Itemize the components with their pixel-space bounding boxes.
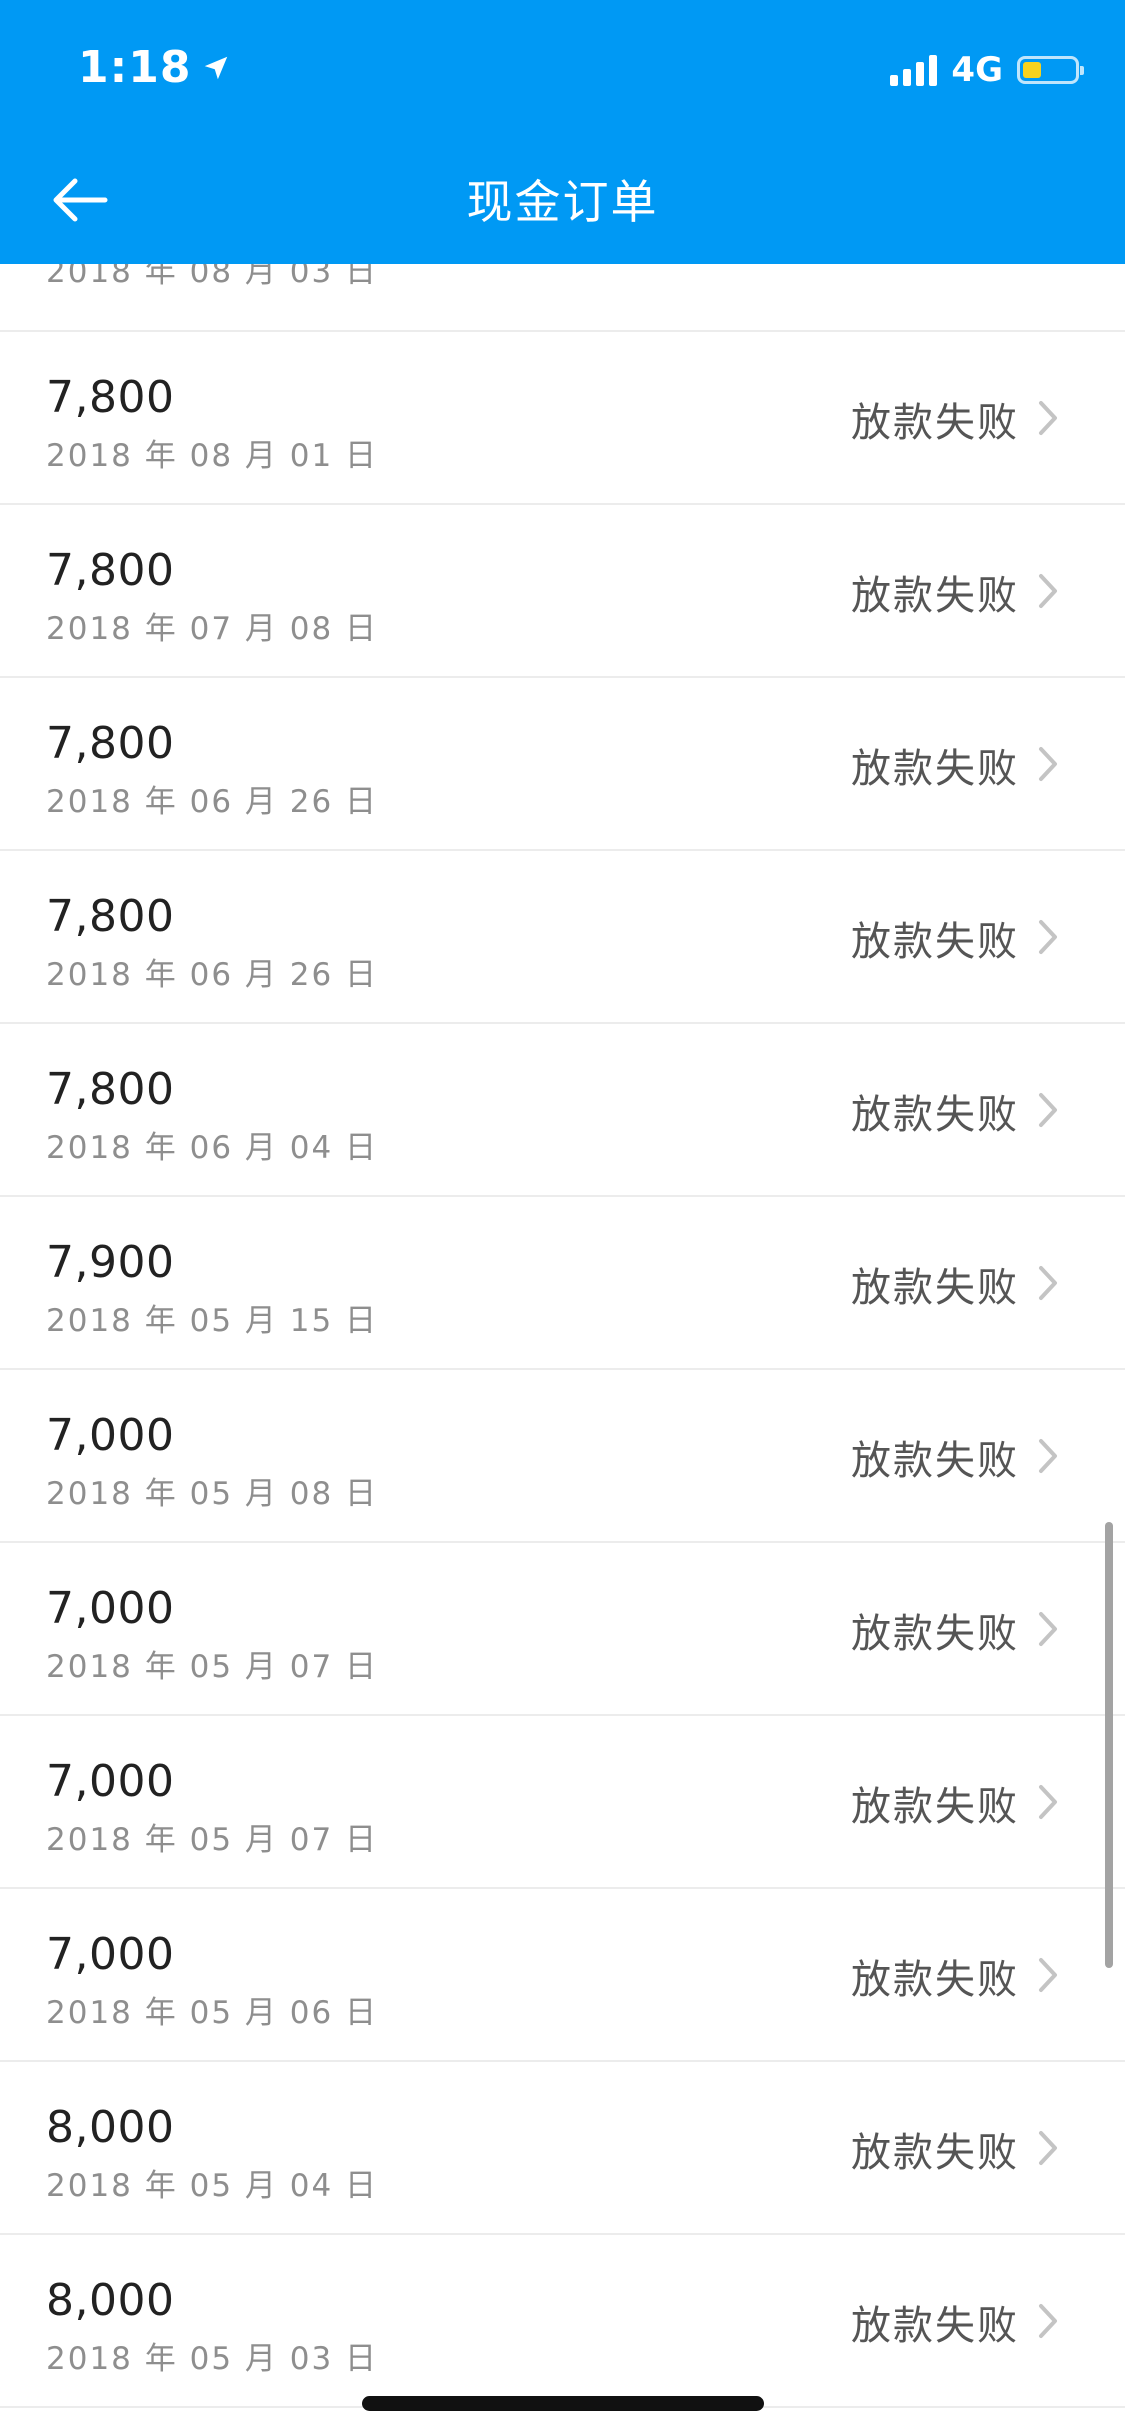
order-amount: 7,800 xyxy=(46,1064,175,1115)
battery-icon xyxy=(1017,56,1084,84)
network-type: 4G xyxy=(951,50,1003,90)
order-status: 放款失败 xyxy=(851,1957,1019,2003)
order-date: 2018 年 05 月 03 日 xyxy=(46,2341,379,2377)
order-amount: 7,000 xyxy=(46,1756,175,1807)
chevron-right-icon xyxy=(1039,1093,1057,1127)
order-date: 2018 年 05 月 07 日 xyxy=(46,1822,379,1858)
order-date: 2018 年 08 月 03 日 xyxy=(46,264,379,290)
order-date: 2018 年 07 月 08 日 xyxy=(46,611,379,647)
chevron-right-icon xyxy=(1039,1785,1057,1819)
app-header: 1:18 4G 现金订单 xyxy=(0,0,1125,264)
list-item[interactable]: 7,800 2018 年 06 月 26 日 放款失败 xyxy=(0,678,1125,851)
order-amount: 7,800 xyxy=(46,718,175,769)
list-item[interactable]: 7,000 2018 年 05 月 07 日 放款失败 xyxy=(0,1716,1125,1889)
chevron-right-icon xyxy=(1039,401,1057,435)
order-date: 2018 年 06 月 26 日 xyxy=(46,957,379,993)
order-status: 放款失败 xyxy=(851,1438,1019,1484)
order-amount: 7,000 xyxy=(46,1929,175,1980)
order-status: 放款失败 xyxy=(851,746,1019,792)
list-item[interactable]: 7,800 2018 年 07 月 08 日 放款失败 xyxy=(0,505,1125,678)
order-amount: 8,000 xyxy=(46,2102,175,2153)
order-list[interactable]: 2018 年 08 月 03 日 7,800 2018 年 08 月 01 日放款… xyxy=(0,264,1125,2408)
order-status: 放款失败 xyxy=(851,2303,1019,2349)
order-date: 2018 年 05 月 07 日 xyxy=(46,1649,379,1685)
order-status: 放款失败 xyxy=(851,1784,1019,1830)
chevron-right-icon xyxy=(1039,1612,1057,1646)
order-date: 2018 年 05 月 06 日 xyxy=(46,1995,379,2031)
screen: 1:18 4G 现金订单 2018 年 08 月 03 日 7,800 2018… xyxy=(0,0,1125,2436)
page-title: 现金订单 xyxy=(466,175,659,229)
location-arrow-icon xyxy=(205,56,228,79)
list-item[interactable]: 7,900 2018 年 05 月 15 日 放款失败 xyxy=(0,1197,1125,1370)
order-status: 放款失败 xyxy=(851,919,1019,965)
list-item[interactable]: 8,000 2018 年 05 月 03 日 放款失败 xyxy=(0,2235,1125,2408)
chevron-right-icon xyxy=(1039,747,1057,781)
order-amount: 7,000 xyxy=(46,1583,175,1634)
chevron-right-icon xyxy=(1039,1439,1057,1473)
list-item[interactable]: 7,800 2018 年 06 月 26 日 放款失败 xyxy=(0,851,1125,1024)
order-amount: 7,900 xyxy=(46,1237,175,1288)
order-amount: 8,000 xyxy=(46,2275,175,2326)
order-date: 2018 年 05 月 15 日 xyxy=(46,1303,379,1339)
list-item[interactable]: 8,000 2018 年 05 月 04 日 放款失败 xyxy=(0,2062,1125,2235)
order-status: 放款失败 xyxy=(851,400,1019,446)
order-amount: 7,800 xyxy=(46,891,175,942)
chevron-right-icon xyxy=(1039,574,1057,608)
list-item[interactable]: 7,000 2018 年 05 月 07 日 放款失败 xyxy=(0,1543,1125,1716)
status-time-text: 1:18 xyxy=(78,42,192,93)
status-bar-time: 1:18 xyxy=(78,42,231,93)
order-date: 2018 年 06 月 26 日 xyxy=(46,784,379,820)
chevron-right-icon xyxy=(1039,2131,1057,2165)
list-item[interactable]: 7,800 2018 年 08 月 01 日 放款失败 xyxy=(0,332,1125,505)
order-status: 放款失败 xyxy=(851,1265,1019,1311)
list-item-partial[interactable]: 2018 年 08 月 03 日 xyxy=(0,264,1125,332)
order-status: 放款失败 xyxy=(851,1611,1019,1657)
order-date: 2018 年 05 月 04 日 xyxy=(46,2168,379,2204)
order-date: 2018 年 08 月 01 日 xyxy=(46,438,379,474)
order-amount: 7,800 xyxy=(46,545,175,596)
order-status: 放款失败 xyxy=(851,1092,1019,1138)
chevron-right-icon xyxy=(1039,2304,1057,2338)
order-amount: 7,000 xyxy=(46,1410,175,1461)
chevron-right-icon xyxy=(1039,920,1057,954)
chevron-right-icon xyxy=(1039,1958,1057,1992)
order-amount: 7,800 xyxy=(46,372,175,423)
list-item[interactable]: 7,000 2018 年 05 月 06 日 放款失败 xyxy=(0,1889,1125,2062)
list-item[interactable]: 7,000 2018 年 05 月 08 日 放款失败 xyxy=(0,1370,1125,1543)
order-date: 2018 年 06 月 04 日 xyxy=(46,1130,379,1166)
home-indicator[interactable] xyxy=(362,2396,764,2411)
chevron-right-icon xyxy=(1039,1266,1057,1300)
status-bar-right: 4G xyxy=(890,50,1084,90)
order-status: 放款失败 xyxy=(851,2130,1019,2176)
order-date: 2018 年 05 月 08 日 xyxy=(46,1476,379,1512)
list-item[interactable]: 7,800 2018 年 06 月 04 日 放款失败 xyxy=(0,1024,1125,1197)
cellular-signal-icon xyxy=(890,54,938,86)
battery-level xyxy=(1023,62,1042,78)
scrollbar[interactable] xyxy=(1105,1522,1113,1968)
order-status: 放款失败 xyxy=(851,573,1019,619)
